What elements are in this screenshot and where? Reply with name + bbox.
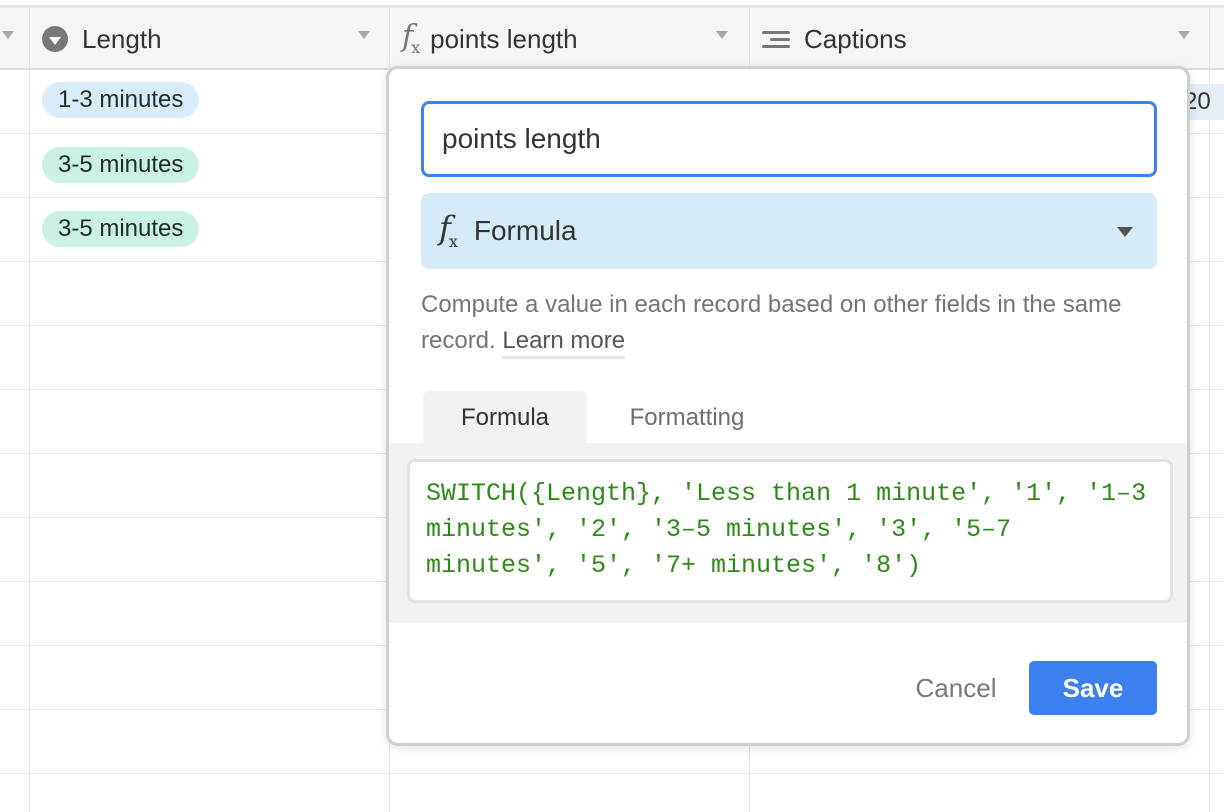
column-header-label: points length: [430, 23, 578, 54]
formula-icon: fx: [439, 209, 458, 251]
column-header-captions[interactable]: Captions: [762, 8, 1202, 70]
chevron-down-icon[interactable]: [358, 31, 370, 39]
chevron-down-icon[interactable]: [2, 31, 14, 39]
app-stage: Length fx points length Captions 1-3 min…: [0, 0, 1224, 812]
select-option-pill: 1-3 minutes: [42, 82, 200, 118]
field-name-input[interactable]: [421, 101, 1157, 177]
select-option-pill: 3-5 minutes: [42, 147, 200, 183]
cancel-button[interactable]: Cancel: [903, 661, 1009, 715]
grid-top-rule: [0, 0, 1224, 8]
column-divider: [1209, 8, 1210, 812]
column-divider: [29, 8, 30, 812]
chevron-down-icon[interactable]: [716, 31, 728, 39]
field-type-description: Compute a value in each record based on …: [421, 287, 1161, 359]
row-divider: [0, 773, 1224, 774]
formula-editor[interactable]: SWITCH({Length}, 'Less than 1 minute', '…: [407, 459, 1173, 603]
long-text-icon: [762, 29, 790, 49]
column-header-length[interactable]: Length: [42, 8, 388, 70]
tab-formatting[interactable]: Formatting: [603, 391, 771, 445]
chevron-down-icon: [1117, 227, 1133, 237]
formula-icon: fx: [402, 19, 421, 57]
field-editor-popup: fx Formula Compute a value in each recor…: [386, 66, 1190, 746]
field-type-label: Formula: [473, 215, 577, 246]
column-header-label: Length: [82, 23, 162, 54]
column-header-points-length[interactable]: fx points length: [402, 8, 748, 70]
single-select-icon: [42, 26, 68, 52]
field-type-select[interactable]: fx Formula: [421, 193, 1157, 269]
tab-formula[interactable]: Formula: [423, 391, 587, 445]
chevron-down-icon[interactable]: [1178, 31, 1190, 39]
column-header-label: Captions: [804, 23, 907, 54]
save-button[interactable]: Save: [1029, 661, 1157, 715]
learn-more-link[interactable]: Learn more: [502, 327, 626, 359]
select-option-pill: 3-5 minutes: [42, 211, 200, 247]
